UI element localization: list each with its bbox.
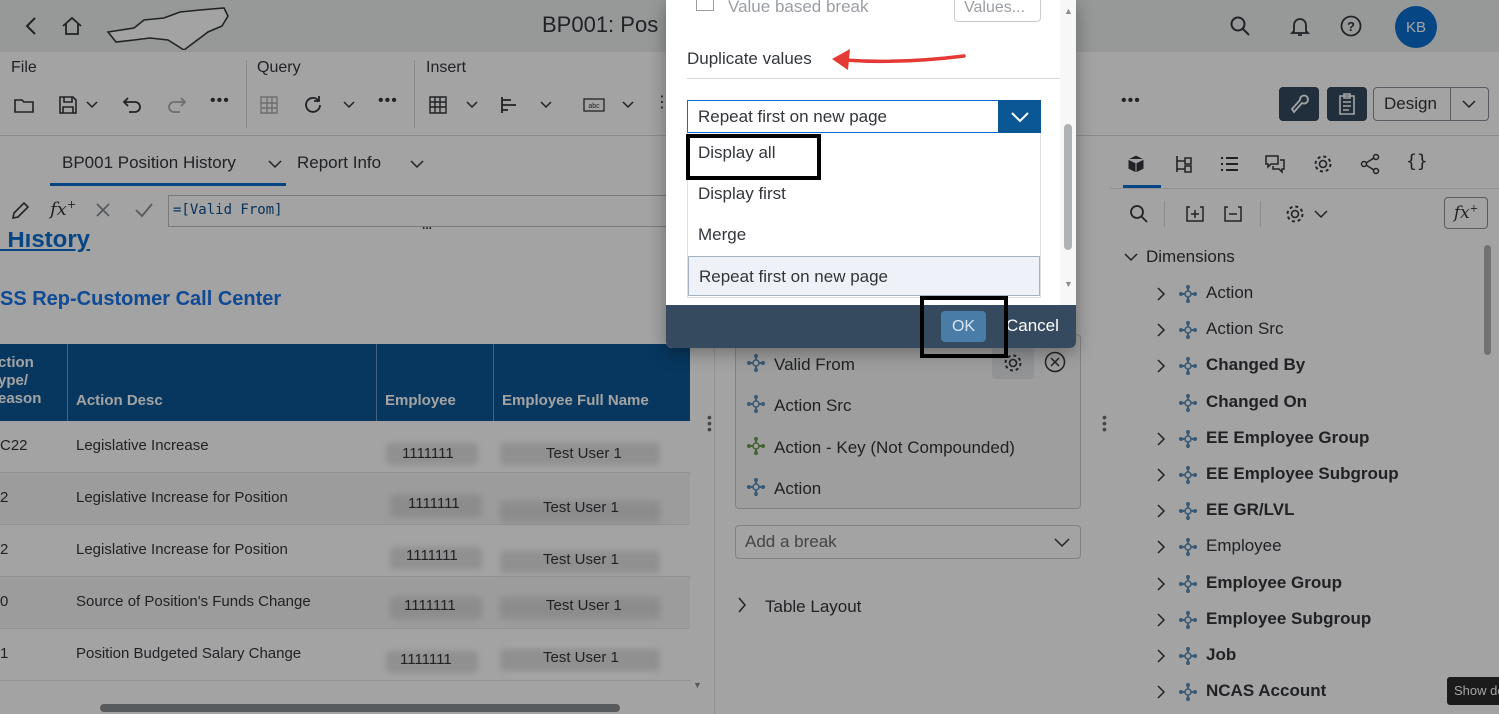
annotation-arrow-icon: [832, 49, 966, 70]
option-repeat-first-on-new-page[interactable]: Repeat first on new page: [688, 256, 1040, 296]
dialog-footer: OK Cancel: [666, 305, 1076, 348]
chevron-down-icon: [1011, 112, 1029, 123]
values-button[interactable]: Values...: [954, 0, 1041, 22]
option-merge[interactable]: Merge: [688, 215, 1040, 255]
select-toggle-button[interactable]: [998, 100, 1041, 133]
annotation-highlight-box: [686, 134, 821, 180]
option-display-first[interactable]: Display first: [688, 174, 1040, 214]
dialog-scrollbar-thumb[interactable]: [1064, 124, 1072, 250]
duplicate-values-select[interactable]: Repeat first on new page: [687, 100, 1041, 133]
divider: [687, 78, 1061, 79]
cancel-button[interactable]: Cancel: [1006, 316, 1059, 336]
scroll-down-arrow-icon[interactable]: ▼: [1064, 279, 1073, 289]
scroll-up-arrow-icon[interactable]: ▲: [1064, 6, 1073, 16]
duplicate-values-label: Duplicate values: [687, 49, 812, 68]
checkbox: [696, 0, 714, 11]
annotation-highlight-box: [920, 296, 1008, 358]
